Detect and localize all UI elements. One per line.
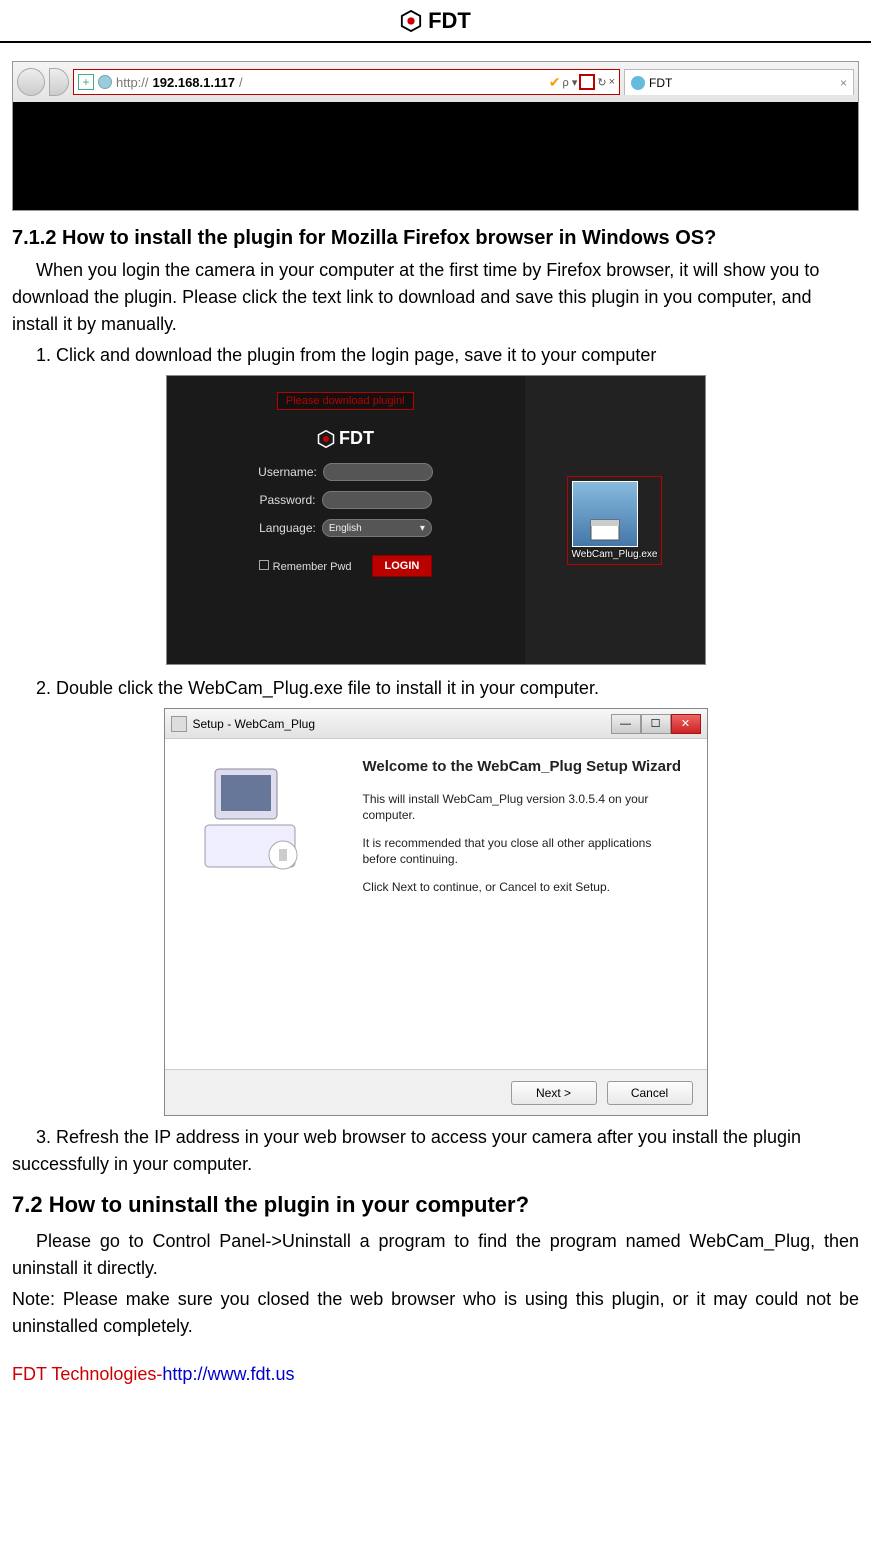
setup-p2: It is recommended that you close all oth…	[363, 835, 689, 867]
minimize-icon: —	[611, 714, 641, 734]
ie-toolbar: + http:// 192.168.1.117 / ✔ ρ ▾ ↻ × FDT ×	[13, 62, 858, 102]
language-row: Language: English ▾	[259, 519, 432, 537]
setup-wizard-figure: Setup - WebCam_Plug — ☐ ✕	[164, 708, 708, 1116]
maximize-icon: ☐	[641, 714, 671, 734]
chevron-down-icon: ▾	[420, 523, 425, 534]
add-page-icon: +	[78, 74, 94, 90]
login-button: LOGIN	[372, 555, 433, 577]
fdt-logo: FDT	[400, 8, 471, 34]
norton-icon: ✔	[549, 74, 561, 91]
footer-company: FDT Technologies-	[12, 1364, 162, 1384]
fdt-logo-icon	[317, 430, 335, 448]
remember-checkbox	[259, 560, 269, 570]
back-button-icon	[17, 68, 45, 96]
login-brand-text: FDT	[339, 428, 374, 449]
section-7-1-2-title: 7.1.2 How to install the plugin for Mozi…	[12, 225, 859, 251]
url-prefix: http://	[116, 75, 149, 90]
browser-tab: FDT ×	[624, 69, 854, 95]
download-plugin-link: Please download plugin!	[277, 392, 414, 410]
fdt-logo-icon	[400, 10, 422, 32]
section-7-2-p2: Note: Please make sure you closed the we…	[12, 1286, 859, 1340]
setup-right-content: Welcome to the WebCam_Plug Setup Wizard …	[345, 739, 707, 1069]
setup-footer: Next > Cancel	[165, 1069, 707, 1115]
step-2-text: 2. Double click the WebCam_Plug.exe file…	[12, 675, 859, 702]
language-label: Language:	[259, 521, 316, 535]
remember-pwd: Remember Pwd	[259, 560, 352, 573]
login-download-figure: Please download plugin! FDT Username: Pa…	[166, 375, 706, 665]
password-input	[322, 491, 432, 509]
setup-left-graphic	[165, 739, 345, 1069]
address-bar-actions: ✔ ρ ▾ ↻ ×	[549, 74, 615, 91]
compat-mode-icon	[579, 74, 595, 90]
password-row: Password:	[259, 491, 431, 509]
tab-title: FDT	[649, 76, 672, 90]
step-3-text: 3. Refresh the IP address in your web br…	[12, 1124, 859, 1178]
next-button: Next >	[511, 1081, 597, 1105]
setup-titlebar: Setup - WebCam_Plug — ☐ ✕	[165, 709, 707, 739]
section-7-1-2-intro: When you login the camera in your comput…	[12, 257, 859, 338]
ie-icon	[631, 76, 645, 90]
login-panel: Please download plugin! FDT Username: Pa…	[167, 376, 525, 664]
exe-panel: WebCam_Plug.exe	[525, 376, 705, 664]
setup-body: Welcome to the WebCam_Plug Setup Wizard …	[165, 739, 707, 1069]
password-label: Password:	[259, 493, 315, 507]
footer-link: http://www.fdt.us	[162, 1364, 294, 1384]
setup-app-icon	[171, 716, 187, 732]
exe-file-icon	[572, 481, 638, 547]
exe-file-label: WebCam_Plug.exe	[572, 549, 658, 560]
exe-highlight-box: WebCam_Plug.exe	[567, 476, 663, 565]
setup-window-title: Setup - WebCam_Plug	[193, 717, 316, 731]
forward-button-icon	[49, 68, 69, 96]
address-bar: + http:// 192.168.1.117 / ✔ ρ ▾ ↻ ×	[73, 69, 620, 95]
stop-icon: ×	[609, 76, 615, 88]
installer-box-icon	[585, 506, 625, 546]
section-7-2-p1: Please go to Control Panel->Uninstall a …	[12, 1228, 859, 1282]
page-header: FDT	[0, 0, 871, 43]
username-label: Username:	[258, 465, 317, 479]
username-input	[323, 463, 433, 481]
cancel-button: Cancel	[607, 1081, 693, 1105]
close-icon: ✕	[671, 714, 701, 734]
login-bottom-row: Remember Pwd LOGIN	[259, 555, 433, 577]
page-footer: FDT Technologies-http://www.fdt.us	[0, 1364, 871, 1405]
remember-label: Remember Pwd	[273, 561, 352, 573]
section-7-2-title: 7.2 How to uninstall the plugin in your …	[12, 1192, 859, 1218]
username-row: Username:	[258, 463, 433, 481]
setup-heading: Welcome to the WebCam_Plug Setup Wizard	[363, 757, 689, 777]
setup-p1: This will install WebCam_Plug version 3.…	[363, 791, 689, 823]
language-value: English	[329, 523, 362, 534]
url-suffix: /	[239, 75, 243, 90]
setup-p3: Click Next to continue, or Cancel to exi…	[363, 879, 689, 895]
fdt-logo-text: FDT	[428, 8, 471, 34]
close-tab-icon: ×	[840, 76, 847, 90]
language-select: English ▾	[322, 519, 432, 537]
globe-icon	[98, 75, 112, 89]
ie-browser-figure: + http:// 192.168.1.117 / ✔ ρ ▾ ↻ × FDT ×	[12, 61, 859, 211]
setup-computer-icon	[195, 759, 315, 879]
refresh-icon: ↻	[597, 76, 606, 89]
login-brand: FDT	[317, 428, 374, 449]
step-1-text: 1. Click and download the plugin from th…	[12, 342, 859, 369]
window-buttons: — ☐ ✕	[611, 714, 701, 734]
url-ip: 192.168.1.117	[153, 75, 235, 90]
